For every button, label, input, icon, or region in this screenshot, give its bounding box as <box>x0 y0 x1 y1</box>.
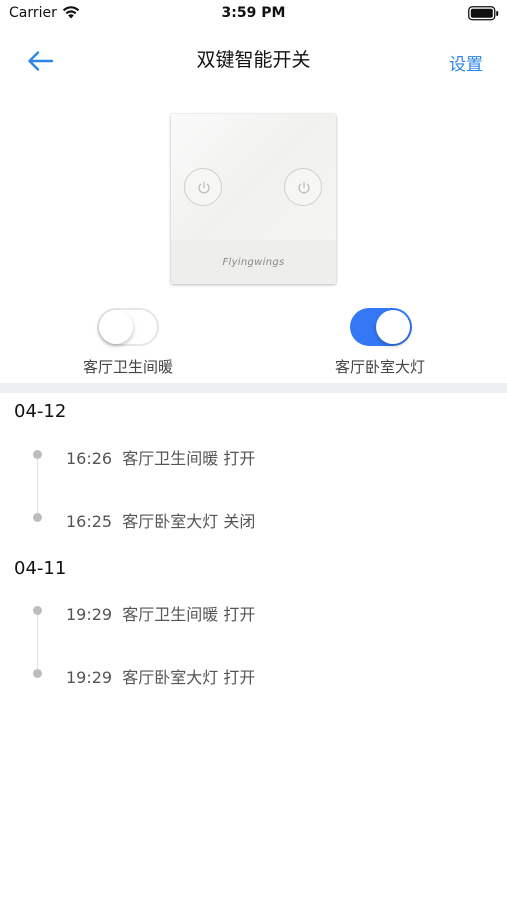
log-entry: 19:29 客厅卧室大灯 打开 <box>66 664 255 688</box>
device-brand-label: Flyingwings <box>222 257 285 268</box>
toggle-knob <box>99 310 133 344</box>
settings-button[interactable]: 设置 <box>449 50 483 75</box>
log-entry-action: 打开 <box>223 605 256 624</box>
status-time: 3:59 PM <box>221 5 286 21</box>
timeline-line <box>37 458 38 520</box>
log-entry-action: 打开 <box>223 668 256 687</box>
log-entry: 16:25 客厅卧室大灯 关闭 <box>66 508 255 532</box>
log-date-header: 04-11 <box>14 558 67 579</box>
power-icon <box>298 181 310 194</box>
power-icon <box>198 181 210 194</box>
toggle-knob <box>376 310 410 344</box>
switch-device-image: Flyingwings <box>171 114 336 284</box>
log-entry-name: 客厅卫生间暖 <box>122 449 219 468</box>
timeline-dot <box>33 450 42 459</box>
log-entry-time: 19:29 <box>66 668 113 687</box>
timeline-line <box>37 614 38 676</box>
log-entry-action: 关闭 <box>223 512 256 531</box>
status-bar: Carrier 3:59 PM <box>0 0 507 28</box>
switch-label-1: 客厅卫生间暖 <box>82 358 173 376</box>
log-entry-name: 客厅卧室大灯 <box>122 512 219 531</box>
log-entry-action: 打开 <box>223 449 256 468</box>
timeline-dot <box>33 669 42 678</box>
log-date-header: 04-12 <box>14 401 67 422</box>
timeline-dot <box>33 513 42 522</box>
page-title: 双键智能开关 <box>196 49 311 71</box>
log-entry-name: 客厅卧室大灯 <box>122 668 219 687</box>
log-entry: 19:29 客厅卫生间暖 打开 <box>66 601 255 625</box>
log-entry-name: 客厅卫生间暖 <box>122 605 219 624</box>
log-entry: 16:26 客厅卫生间暖 打开 <box>66 445 255 469</box>
log-entry-time: 16:25 <box>66 512 113 531</box>
battery-icon <box>468 6 499 21</box>
section-divider <box>0 383 507 393</box>
toggle-switch-2[interactable] <box>350 308 412 346</box>
log-entry-time: 16:26 <box>66 449 113 468</box>
navigation-bar: 双键智能开关 设置 <box>0 34 507 86</box>
switch-label-2: 客厅卧室大灯 <box>334 358 425 376</box>
device-power-button-right <box>284 168 322 206</box>
device-power-button-left <box>184 168 222 206</box>
log-entry-time: 19:29 <box>66 605 113 624</box>
toggle-switch-1[interactable] <box>97 308 159 346</box>
timeline-dot <box>33 606 42 615</box>
